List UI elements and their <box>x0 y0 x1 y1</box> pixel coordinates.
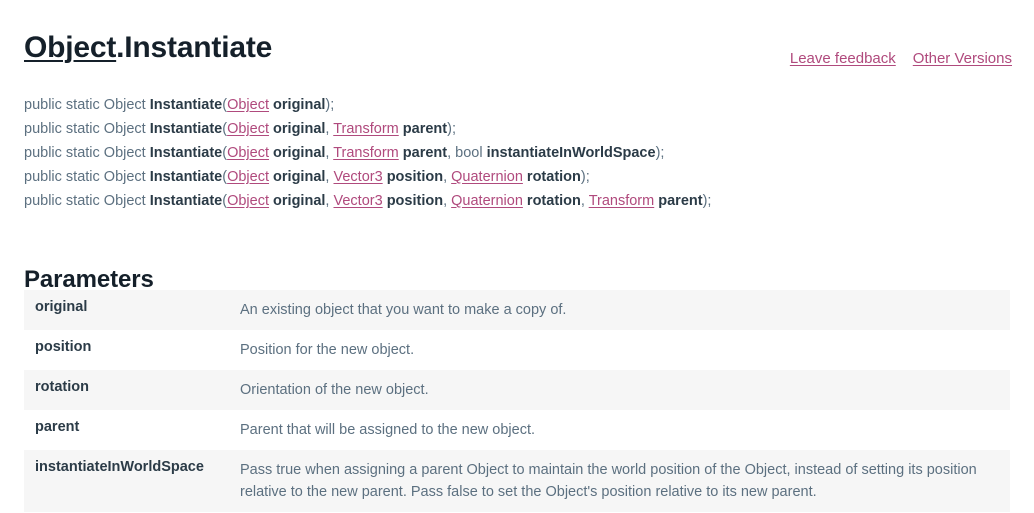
parameters-table: original An existing object that you want… <box>24 290 1010 512</box>
signature-method-name: Instantiate <box>149 97 223 113</box>
page-title-class-link[interactable]: Object <box>24 31 116 64</box>
parameter-description-cell: Position for the new object. <box>240 342 415 358</box>
signature-modifiers: public static Object <box>24 193 150 209</box>
signature-type-link[interactable]: Transform <box>333 121 399 137</box>
page-title: Object.Instantiate <box>24 31 272 65</box>
signature-parameter-name: original <box>273 193 326 209</box>
signature-method-name: Instantiate <box>149 121 223 137</box>
page-title-member: .Instantiate <box>116 31 273 65</box>
other-versions-link[interactable]: Other Versions <box>913 50 1012 67</box>
signature-type-link[interactable]: Object <box>227 145 269 161</box>
table-row: position Position for the new object. <box>24 330 1010 370</box>
signature-type-link[interactable]: Vector3 <box>333 193 382 209</box>
method-signature-list: public static Object Instantiate(Object … <box>24 93 711 213</box>
signature-parameter-name: parent <box>402 121 448 137</box>
signature-type-link[interactable]: Object <box>227 97 269 113</box>
parameter-name-cell: parent <box>35 419 80 435</box>
utility-links: Leave feedback Other Versions <box>790 50 1012 67</box>
signature-type-link[interactable]: Quaternion <box>451 169 523 185</box>
signature-parameter-name: original <box>273 169 326 185</box>
signature-modifiers: public static Object <box>24 145 150 161</box>
signature-close-paren: ); <box>655 145 665 161</box>
signature-type-link[interactable]: Quaternion <box>451 193 523 209</box>
leave-feedback-link[interactable]: Leave feedback <box>790 50 896 67</box>
signature-parameter-name: original <box>273 121 326 137</box>
method-signature: public static Object Instantiate(Object … <box>24 93 711 117</box>
signature-method-name: Instantiate <box>149 169 223 185</box>
parameter-name-cell: position <box>35 339 92 355</box>
signature-parameter-name: position <box>386 193 444 209</box>
table-row: instantiateInWorldSpace Pass true when as… <box>24 450 1010 512</box>
signature-method-name: Instantiate <box>149 145 223 161</box>
signature-parameter-name: original <box>273 145 326 161</box>
signature-parameter-name: rotation <box>526 169 581 185</box>
parameter-name-cell: original <box>35 299 88 315</box>
signature-parameter-name: parent <box>402 145 448 161</box>
signature-keyword: bool <box>455 145 483 161</box>
signature-modifiers: public static Object <box>24 169 150 185</box>
method-signature: public static Object Instantiate(Object … <box>24 117 711 141</box>
signature-close-paren: ); <box>580 169 590 185</box>
signature-punctuation: , <box>443 193 452 209</box>
signature-punctuation: , <box>443 169 452 185</box>
signature-type-link[interactable]: Object <box>227 193 269 209</box>
signature-close-paren: ); <box>325 97 335 113</box>
signature-method-name: Instantiate <box>149 193 223 209</box>
documentation-page: Object.Instantiate Leave feedback Other … <box>0 0 1034 513</box>
signature-close-paren: ); <box>702 193 712 209</box>
signature-modifiers: public static Object <box>24 97 150 113</box>
parameter-description-cell: An existing object that you want to make… <box>240 302 567 318</box>
table-row: parent Parent that will be assigned to th… <box>24 410 1010 450</box>
method-signature: public static Object Instantiate(Object … <box>24 141 711 165</box>
parameter-description-cell: Orientation of the new object. <box>240 382 429 398</box>
signature-type-link[interactable]: Transform <box>333 145 399 161</box>
signature-parameter-name: parent <box>658 193 703 209</box>
signature-type-link[interactable]: Vector3 <box>333 169 382 185</box>
signature-punctuation: , <box>447 145 456 161</box>
parameter-name-cell: rotation <box>35 379 89 395</box>
signature-modifiers: public static Object <box>24 121 150 137</box>
signature-parameter-name: instantiateInWorldSpace <box>486 145 656 161</box>
signature-parameter-name: rotation <box>526 193 581 209</box>
signature-close-paren: ); <box>447 121 456 137</box>
parameter-description-cell: Pass true when assigning a parent Object… <box>240 462 977 500</box>
table-row: original An existing object that you want… <box>24 290 1010 330</box>
signature-parameter-name: original <box>273 97 326 113</box>
table-row: rotation Orientation of the new object. <box>24 370 1010 410</box>
parameter-name-cell: instantiateInWorldSpace <box>35 459 204 475</box>
parameter-description-cell: Parent that will be assigned to the new … <box>240 422 536 438</box>
method-signature: public static Object Instantiate(Object … <box>24 189 711 213</box>
signature-type-link[interactable]: Object <box>227 169 269 185</box>
signature-type-link[interactable]: Object <box>227 121 269 137</box>
method-signature: public static Object Instantiate(Object … <box>24 165 711 189</box>
signature-parameter-name: position <box>386 169 444 185</box>
signature-type-link[interactable]: Transform <box>589 193 655 209</box>
signature-punctuation: , <box>580 193 589 209</box>
